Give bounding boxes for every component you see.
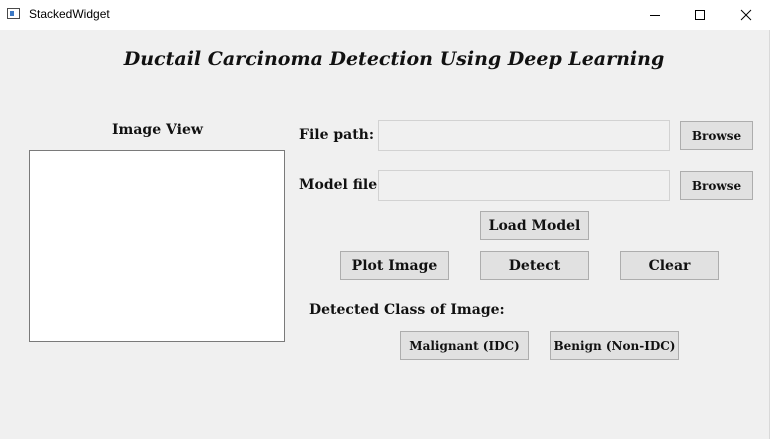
clear-button[interactable]: Clear	[620, 251, 719, 280]
page-title: Ductail Carcinoma Detection Using Deep L…	[123, 48, 665, 70]
detect-button[interactable]: Detect	[480, 251, 589, 280]
minimize-button[interactable]	[632, 0, 678, 30]
file-path-input[interactable]	[378, 120, 670, 151]
title-bar: StackedWidget	[0, 0, 770, 30]
close-button[interactable]	[723, 0, 769, 30]
maximize-icon	[695, 10, 705, 20]
malignant-result-button[interactable]: Malignant (IDC)	[400, 331, 529, 360]
window-title: StackedWidget	[29, 7, 110, 21]
file-path-label: File path:	[299, 127, 375, 143]
model-file-label: Model file:	[299, 177, 383, 193]
minimize-icon	[650, 15, 660, 16]
model-file-input[interactable]	[378, 170, 670, 201]
image-view-panel	[29, 150, 285, 342]
browse-model-button[interactable]: Browse	[680, 171, 753, 200]
window-app-icon	[7, 8, 20, 19]
detected-class-label: Detected Class of Image:	[309, 302, 505, 318]
close-icon	[740, 9, 752, 21]
load-model-button[interactable]: Load Model	[480, 211, 589, 240]
maximize-button[interactable]	[677, 0, 723, 30]
benign-result-button[interactable]: Benign (Non-IDC)	[550, 331, 679, 360]
browse-image-button[interactable]: Browse	[680, 121, 753, 150]
plot-image-button[interactable]: Plot Image	[340, 251, 449, 280]
image-view-label: Image View	[112, 122, 203, 138]
